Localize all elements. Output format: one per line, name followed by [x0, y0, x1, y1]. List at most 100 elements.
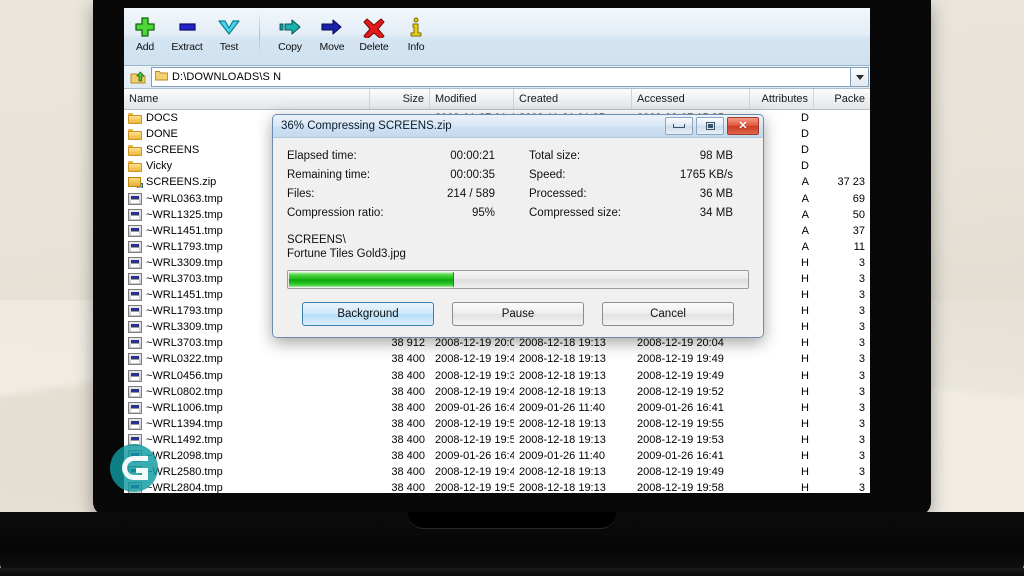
up-folder-icon[interactable]	[125, 70, 151, 85]
background-button[interactable]: Background	[302, 302, 434, 326]
info-icon	[405, 14, 427, 40]
cell-attributes: H	[801, 417, 809, 430]
table-row[interactable]: ~WRL0802.tmp 38 400 2008-12-19 19:49 2008-1…	[124, 384, 870, 400]
current-file-text: Fortune Tiles Gold3.jpg	[287, 248, 406, 260]
cancel-button[interactable]: Cancel	[602, 302, 734, 326]
tmp-file-icon	[128, 224, 142, 237]
table-row[interactable]: ~WRL1006.tmp 38 400 2009-01-26 16:41 2009-0…	[124, 400, 870, 416]
folder-icon	[128, 160, 142, 173]
cell-attributes: H	[801, 401, 809, 414]
cell-modified: 2009-01-26 16:41	[435, 450, 514, 463]
cell-packed: 3	[858, 369, 865, 382]
cell-packed: 3	[858, 401, 865, 414]
stat-value-compressed-size: 34 MB	[699, 207, 733, 219]
cell-accessed: 2008-12-19 19:53	[637, 433, 724, 446]
progress-dialog[interactable]: 36% Compressing SCREENS.zip ✕ Elapsed ti…	[272, 114, 764, 338]
column-header-name[interactable]: Name	[124, 89, 370, 109]
cell-size: 38 400	[391, 466, 425, 479]
table-row[interactable]: ~WRL2098.tmp 38 400 2009-01-26 16:41 2009-0…	[124, 448, 870, 464]
tmp-file-icon	[128, 466, 142, 479]
laptop-hinge-notch	[407, 512, 617, 529]
add-button[interactable]: Add	[124, 11, 166, 62]
dialog-titlebar[interactable]: 36% Compressing SCREENS.zip ✕	[273, 115, 763, 138]
close-icon[interactable]: ✕	[727, 117, 759, 135]
move-button[interactable]: Move	[311, 11, 353, 62]
table-row[interactable]: ~WRL1394.tmp 38 400 2008-12-19 19:53 2008-1…	[124, 416, 870, 432]
stat-value-ratio: 95%	[471, 207, 495, 219]
cell-name: ~WRL1451.tmp	[146, 224, 223, 237]
dialog-stats: Elapsed time: 00:00:21 Total size: 98 MB…	[287, 150, 749, 219]
tmp-file-icon	[128, 450, 142, 463]
cell-accessed: 2008-12-19 20:04	[637, 337, 724, 350]
cell-packed: 69	[852, 192, 865, 205]
cell-name: ~WRL1451.tmp	[146, 289, 223, 302]
cell-size: 38 400	[391, 482, 425, 493]
column-header-attributes[interactable]: Attributes	[750, 89, 814, 109]
stat-label-remaining: Remaining time:	[287, 169, 371, 181]
cell-name: ~WRL1492.tmp	[146, 433, 223, 446]
cell-name: ~WRL3703.tmp	[146, 337, 223, 350]
stat-label-files: Files:	[287, 188, 315, 200]
cell-modified: 2008-12-19 20:01	[435, 337, 514, 350]
cell-created: 2009-01-26 11:40	[519, 401, 606, 414]
dialog-body: Elapsed time: 00:00:21 Total size: 98 MB…	[273, 138, 763, 337]
column-header-created[interactable]: Created	[514, 89, 632, 109]
laptop-foot	[0, 568, 1024, 576]
cell-attributes: H	[801, 433, 809, 446]
address-dropdown-button[interactable]	[851, 67, 869, 87]
table-row[interactable]: ~WRL0456.tmp 38 400 2008-12-19 19:38 2008-1…	[124, 368, 870, 384]
cell-name: ~WRL1325.tmp	[146, 208, 223, 221]
cell-created: 2008-12-18 19:13	[519, 385, 606, 398]
folder-icon	[128, 128, 142, 141]
column-header-size[interactable]: Size	[370, 89, 430, 109]
cell-name: ~WRL3309.tmp	[146, 321, 223, 334]
cell-size: 38 400	[391, 385, 425, 398]
cell-name: ~WRL0802.tmp	[146, 385, 223, 398]
column-header-modified[interactable]: Modified	[430, 89, 514, 109]
delete-button[interactable]: Delete	[353, 11, 395, 62]
table-row[interactable]: ~WRL1492.tmp 38 400 2008-12-19 19:52 2008-1…	[124, 432, 870, 448]
cell-packed: 11	[853, 240, 865, 253]
cell-created: 2008-12-18 19:13	[519, 337, 606, 350]
cell-created: 2008-12-18 19:13	[519, 369, 606, 382]
stat-label-processed: Processed:	[529, 188, 587, 200]
test-button[interactable]: Test	[208, 11, 250, 62]
table-row[interactable]: ~WRL2580.tmp 38 400 2008-12-19 19:49 2008-1…	[124, 464, 870, 480]
cell-packed: 3	[858, 305, 865, 318]
pause-button[interactable]: Pause	[452, 302, 584, 326]
maximize-icon[interactable]	[696, 117, 724, 135]
minimize-icon[interactable]	[665, 117, 693, 135]
cell-size: 38 400	[391, 353, 425, 366]
folder-icon	[128, 112, 142, 125]
tmp-file-icon	[128, 385, 142, 398]
extract-button[interactable]: Extract	[166, 11, 208, 62]
table-row[interactable]: ~WRL0322.tmp 38 400 2008-12-19 19:49 2008-1…	[124, 351, 870, 367]
stat-value-total-size: 98 MB	[699, 150, 733, 162]
progress-bar	[287, 270, 749, 289]
tmp-file-icon	[128, 192, 142, 205]
cell-packed: 37 23	[837, 176, 865, 189]
cell-name: ~WRL2098.tmp	[146, 450, 223, 463]
current-folder-text: SCREENS\	[287, 234, 346, 246]
cell-packed: 3	[858, 482, 865, 493]
tmp-file-icon	[128, 433, 142, 446]
cell-accessed: 2009-01-26 16:41	[637, 450, 724, 463]
cell-name: ~WRL0456.tmp	[146, 369, 223, 382]
table-row[interactable]: ~WRL2804.tmp 38 400 2008-12-19 19:57 2008-1…	[124, 480, 870, 493]
progress-bar-fill	[289, 272, 454, 287]
copy-button[interactable]: Copy	[269, 11, 311, 62]
cell-attributes: H	[801, 353, 809, 366]
column-header-accessed[interactable]: Accessed	[632, 89, 750, 109]
copy-button-label: Copy	[278, 41, 302, 53]
toolbar: Add Extract Test Copy Move Delete Info	[124, 8, 870, 66]
address-input[interactable]: D:\DOWNLOADS\S N	[151, 67, 851, 87]
column-header-packed[interactable]: Packe	[814, 89, 870, 109]
dialog-buttons: Background Pause Cancel	[287, 302, 749, 326]
cell-accessed: 2008-12-19 19:49	[637, 466, 724, 479]
info-button[interactable]: Info	[395, 11, 437, 62]
cell-name: ~WRL1793.tmp	[146, 240, 223, 253]
cell-modified: 2009-01-26 16:41	[435, 401, 514, 414]
cell-modified: 2008-12-19 19:49	[435, 385, 514, 398]
cell-packed: 3	[858, 337, 865, 350]
cell-accessed: 2009-01-26 16:41	[637, 401, 724, 414]
